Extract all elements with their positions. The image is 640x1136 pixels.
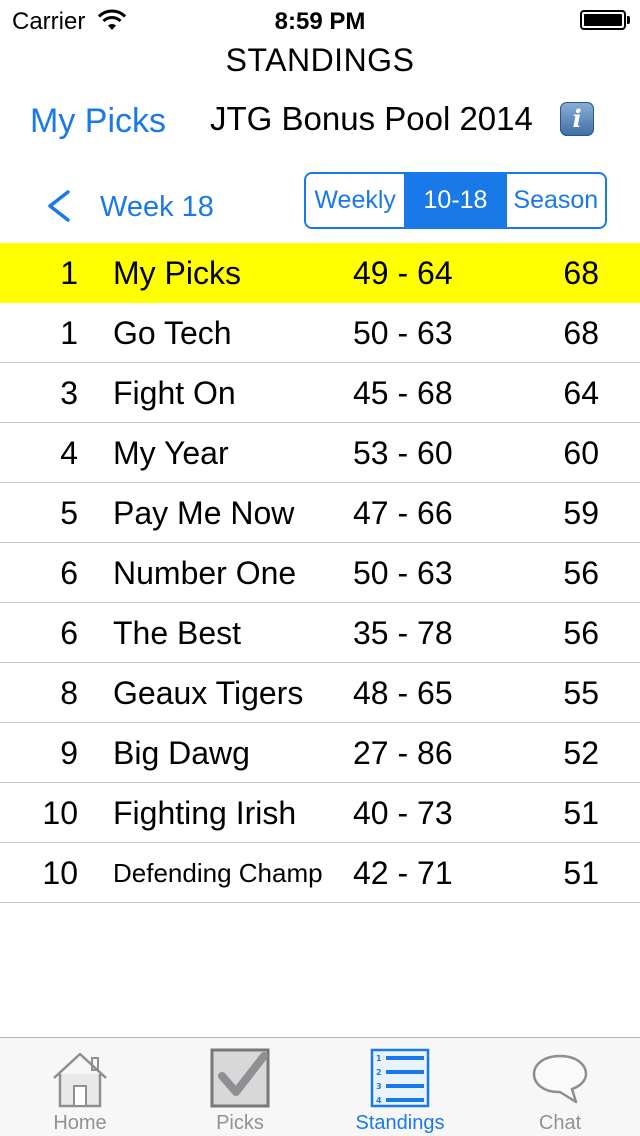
table-row[interactable]: 6 Number One 50 - 63 56 [0,543,640,603]
record-cell: 49 - 64 [353,255,453,291]
record-cell: 50 - 63 [353,555,453,591]
list-icon: 1 2 3 4 [370,1048,430,1108]
name-cell: Pay Me Now [113,495,295,531]
segment-10-18[interactable]: 10-18 [406,174,507,227]
tab-label: Chat [538,1112,582,1134]
record-cell: 45 - 68 [353,375,453,411]
checkmark-icon [210,1048,270,1108]
tab-chat[interactable]: Chat [480,1038,640,1136]
table-row[interactable]: 1 My Picks 49 - 64 68 [0,243,640,303]
svg-text:4: 4 [376,1096,382,1105]
record-cell: 50 - 63 [353,315,453,351]
name-cell: The Best [113,615,242,651]
segment-weekly[interactable]: Weekly [306,174,407,227]
tab-label: Home [53,1112,107,1134]
points-cell: 51 [563,855,599,891]
points-cell: 68 [563,255,599,291]
name-cell: Fighting Irish [113,795,297,831]
points-cell: 56 [563,555,599,591]
rank-cell: 4 [60,435,78,471]
home-icon [53,1052,107,1108]
table-row[interactable]: 1 Go Tech 50 - 63 68 [0,303,640,363]
record-cell: 42 - 71 [353,855,453,891]
points-cell: 51 [563,795,599,831]
name-cell: Go Tech [113,315,232,351]
name-cell: My Picks [113,255,241,291]
svg-text:3: 3 [376,1082,382,1091]
record-cell: 47 - 66 [353,495,453,531]
tab-bar: Home Picks 1 2 3 4 Standings Chat [0,1037,640,1136]
table-row[interactable]: 6 The Best 35 - 78 56 [0,603,640,663]
record-cell: 27 - 86 [353,735,453,771]
name-cell: Geaux Tigers [113,675,304,711]
points-cell: 68 [563,315,599,351]
segment-season[interactable]: Season [507,174,605,227]
chat-bubble-icon [532,1054,588,1104]
rank-cell: 3 [60,375,78,411]
status-time: 8:59 PM [274,8,366,35]
name-cell: Fight On [113,375,236,411]
points-cell: 59 [563,495,599,531]
range-segmented-control: Weekly 10-18 Season [304,172,607,229]
record-cell: 48 - 65 [353,675,453,711]
pool-name: JTG Bonus Pool 2014 [210,100,533,137]
name-cell: Number One [113,555,297,591]
info-icon[interactable]: i [560,102,594,136]
points-cell: 52 [563,735,599,771]
points-cell: 64 [563,375,599,411]
points-cell: 55 [563,675,599,711]
svg-text:2: 2 [376,1068,382,1077]
standings-table: 1 My Picks 49 - 64 68 1 Go Tech 50 - 63 … [0,243,640,903]
table-row[interactable]: 5 Pay Me Now 47 - 66 59 [0,483,640,543]
table-row[interactable]: 10 Defending Champ 42 - 71 51 [0,843,640,903]
table-row[interactable]: 4 My Year 53 - 60 60 [0,423,640,483]
tab-standings[interactable]: 1 2 3 4 Standings [320,1038,480,1136]
battery-tip [627,16,630,24]
points-cell: 60 [563,435,599,471]
record-cell: 40 - 73 [353,795,453,831]
rank-cell: 6 [60,555,78,591]
page-title: STANDINGS [225,42,415,78]
rank-cell: 1 [60,255,78,291]
name-cell: Big Dawg [113,735,250,771]
tab-label: Standings [355,1112,445,1134]
table-row[interactable]: 8 Geaux Tigers 48 - 65 55 [0,663,640,723]
points-cell: 56 [563,615,599,651]
name-cell: My Year [113,435,229,471]
rank-cell: 5 [60,495,78,531]
rank-cell: 6 [60,615,78,651]
rank-cell: 8 [60,675,78,711]
table-row[interactable]: 9 Big Dawg 27 - 86 52 [0,723,640,783]
table-row[interactable]: 10 Fighting Irish 40 - 73 51 [0,783,640,843]
svg-text:1: 1 [376,1054,382,1063]
battery-icon [580,10,626,30]
table-row[interactable]: 3 Fight On 45 - 68 64 [0,363,640,423]
rank-cell: 10 [42,795,78,831]
week-label[interactable]: Week 18 [100,191,214,224]
record-cell: 53 - 60 [353,435,453,471]
tab-home[interactable]: Home [0,1038,160,1136]
tab-picks[interactable]: Picks [160,1038,320,1136]
name-cell: Defending Champ [113,858,323,888]
rank-cell: 1 [60,315,78,351]
rank-cell: 10 [42,855,78,891]
rank-cell: 9 [60,735,78,771]
record-cell: 35 - 78 [353,615,453,651]
status-bar: Carrier 8:59 PM [0,0,640,40]
my-picks-button[interactable]: My Picks [30,102,166,141]
chevron-left-icon[interactable] [42,186,74,226]
tab-label: Picks [216,1112,264,1134]
